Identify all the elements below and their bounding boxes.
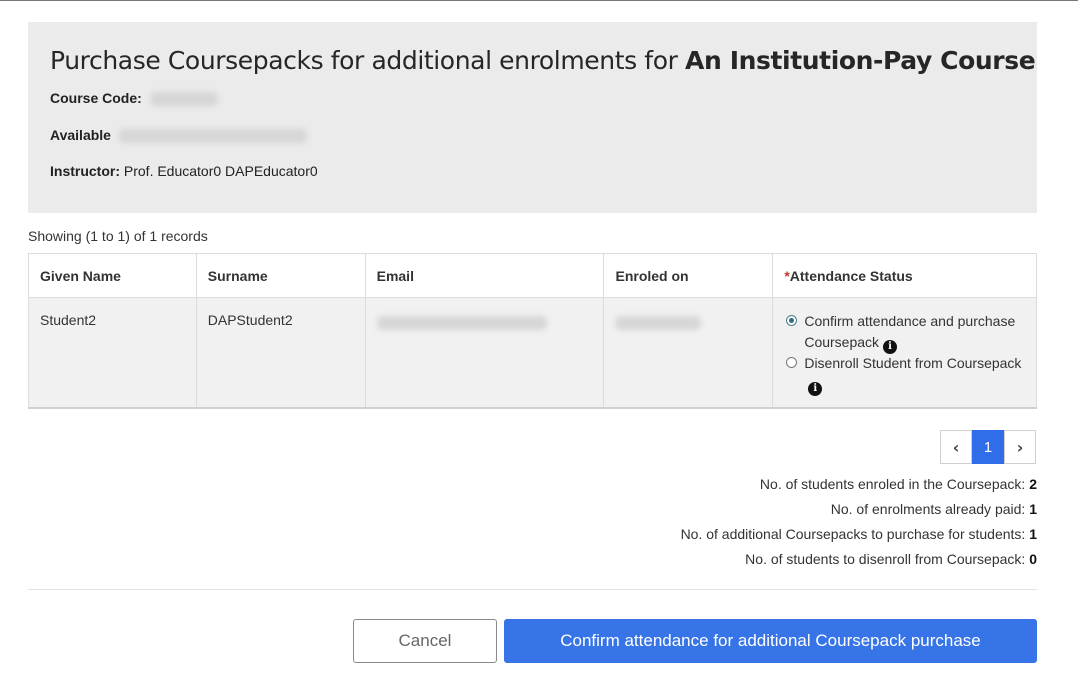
course-name: An Institution-Pay Course (685, 46, 1036, 75)
column-header-attendance-status[interactable]: *Attendance Status (772, 253, 1037, 298)
available-label: Available (50, 127, 111, 143)
table-header-row: Given Name Surname Email Enroled on *Att… (28, 253, 1037, 298)
confirm-attendance-radio[interactable] (786, 315, 798, 326)
cell-enroled-on (603, 297, 774, 409)
instructor-name: Prof. Educator0 DAPEducator0 (120, 163, 318, 179)
confirm-attendance-option[interactable]: Confirm attendance and purchase Coursepa… (784, 311, 1025, 354)
info-icon[interactable]: i (883, 340, 898, 354)
column-header-surname[interactable]: Surname (196, 253, 366, 298)
cell-email (365, 297, 605, 409)
divider (28, 589, 1037, 590)
course-code-label: Course Code: (50, 90, 142, 106)
available-redacted (118, 129, 307, 144)
cancel-button[interactable]: Cancel (353, 619, 497, 663)
stat-already-paid: No. of enrolments already paid: 1 (830, 501, 1037, 517)
table-row: Student2 DAPStudent2 Confirm attendance … (28, 297, 1037, 409)
top-rule (0, 0, 1078, 1)
instructor-row: Instructor: Prof. Educator0 DAPEducator0 (50, 163, 318, 179)
confirm-purchase-button[interactable]: Confirm attendance for additional Course… (504, 619, 1037, 663)
chevron-right-icon[interactable]: › (1004, 430, 1036, 464)
enroled-on-redacted (615, 315, 702, 330)
enrolments-table: Given Name Surname Email Enroled on *Att… (28, 253, 1037, 409)
stat-to-disenroll: No. of students to disenroll from Course… (745, 551, 1037, 567)
available-row: Available (50, 127, 307, 144)
disenroll-label: Disenroll Student from Coursepacki (804, 355, 1022, 396)
cell-given-name: Student2 (28, 297, 197, 409)
enrolment-summary: No. of students enroled in the Coursepac… (681, 475, 1037, 575)
disenroll-radio[interactable] (786, 357, 798, 368)
course-code-row: Course Code: (50, 90, 218, 107)
column-header-given-name[interactable]: Given Name (28, 253, 197, 298)
course-header: Purchase Coursepacks for additional enro… (28, 22, 1037, 213)
cell-attendance-status: Confirm attendance and purchase Coursepa… (772, 297, 1037, 409)
stat-enroled: No. of students enroled in the Coursepac… (759, 476, 1037, 492)
column-header-enroled-on[interactable]: Enroled on (603, 253, 774, 298)
info-icon[interactable]: i (808, 382, 823, 396)
course-code-redacted (149, 92, 218, 107)
pagination: ‹ 1 › (940, 430, 1036, 464)
chevron-left-icon[interactable]: ‹ (940, 430, 972, 464)
disenroll-option[interactable]: Disenroll Student from Coursepacki (784, 353, 1025, 396)
stat-to-purchase: No. of additional Coursepacks to purchas… (680, 526, 1037, 542)
page-button-current[interactable]: 1 (972, 430, 1004, 464)
confirm-attendance-label: Confirm attendance and purchase Coursepa… (804, 313, 1016, 354)
page-title: Purchase Coursepacks for additional enro… (50, 46, 1036, 75)
email-redacted (376, 315, 547, 330)
column-header-email[interactable]: Email (365, 253, 605, 298)
cell-surname: DAPStudent2 (196, 297, 366, 409)
instructor-label: Instructor: (50, 163, 120, 179)
records-count: Showing (1 to 1) of 1 records (28, 228, 208, 244)
